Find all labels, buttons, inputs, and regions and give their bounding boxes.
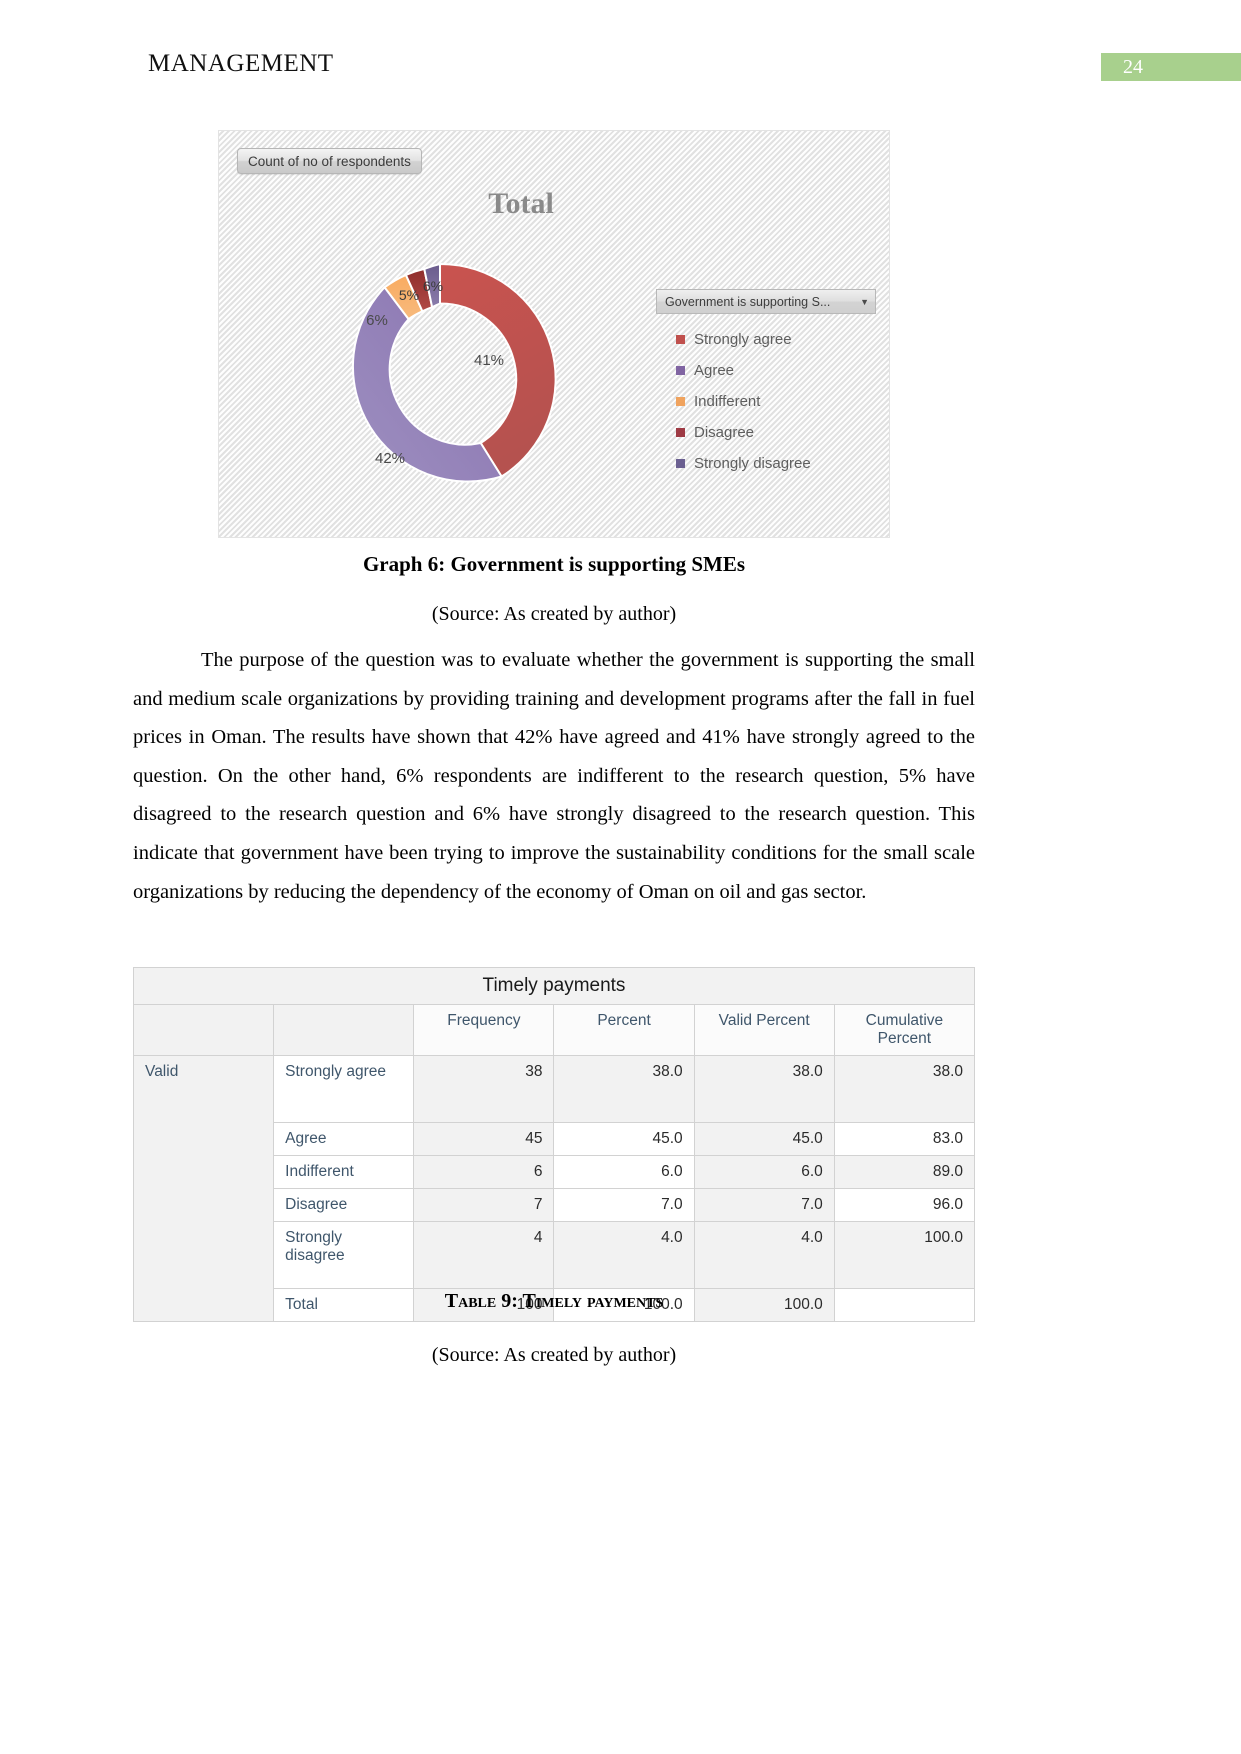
donut-label-disagree: 5%	[399, 287, 419, 303]
donut-chart-svg: 41% 42% 6% 5% 6%	[351, 262, 557, 483]
legend-item-list: Strongly agree Agree Indifferent Disagre…	[656, 314, 876, 479]
legend-item-disagree[interactable]: Disagree	[656, 417, 876, 448]
legend-swatch-icon	[676, 428, 685, 437]
legend-filter-dropdown[interactable]: Government is supporting S... ▼	[656, 289, 876, 314]
row-label: Strongly disagree	[273, 1221, 415, 1289]
donut-label-indifferent: 6%	[366, 312, 388, 329]
cell-percent: 38.0	[553, 1055, 695, 1123]
row-label: Disagree	[273, 1188, 415, 1222]
table-corner-cell	[132, 1004, 275, 1056]
chart-legend: Government is supporting S... ▼ Strongly…	[656, 289, 876, 479]
legend-filter-label: Government is supporting S...	[665, 294, 831, 309]
cell-percent: 6.0	[553, 1155, 695, 1189]
donut-chart: 41% 42% 6% 5% 6%	[317, 256, 563, 502]
cell-valid-percent: 6.0	[693, 1155, 835, 1189]
pivot-field-button-label: Count of no of respondents	[248, 153, 411, 169]
cell-percent: 4.0	[553, 1221, 695, 1289]
row-label: Strongly agree	[273, 1055, 415, 1123]
cell-frequency: 7	[413, 1188, 555, 1222]
cell-frequency: 4	[413, 1221, 555, 1289]
table-source-note: (Source: As created by author)	[431, 1344, 677, 1366]
cell-valid-percent: 4.0	[693, 1221, 835, 1289]
pivot-field-button[interactable]: Count of no of respondents	[237, 148, 422, 174]
table-header-row: Frequency Percent Valid Percent Cumulati…	[132, 1004, 976, 1056]
cell-cumulative-percent: 100.0	[833, 1221, 976, 1289]
cell-frequency: 38	[413, 1055, 555, 1123]
row-label: Agree	[273, 1122, 415, 1156]
table-row: Valid Strongly agree 38 38.0 38.0 38.0	[132, 1055, 976, 1322]
cell-frequency: 45	[413, 1122, 555, 1156]
cell-percent: 45.0	[553, 1122, 695, 1156]
page-number: 24	[1123, 56, 1143, 78]
legend-item-indifferent[interactable]: Indifferent	[656, 386, 876, 417]
graph-source-note: (Source: As created by author)	[431, 603, 677, 625]
donut-label-strongly-agree: 41%	[474, 352, 504, 369]
legend-item-agree[interactable]: Agree	[656, 355, 876, 386]
chart-figure: Count of no of respondents Total 41% 42%…	[218, 130, 890, 538]
chart-title: Total	[488, 187, 554, 220]
graph-caption: Graph 6: Government is supporting SMEs	[362, 552, 746, 576]
page-header: MANAGEMENT 24	[0, 0, 1241, 100]
legend-item-strongly-agree[interactable]: Strongly agree	[656, 324, 876, 355]
column-header-cumulative-percent: Cumulative Percent	[833, 1004, 976, 1056]
legend-swatch-icon	[676, 335, 685, 344]
cell-valid-percent: 38.0	[693, 1055, 835, 1123]
table-title: Timely payments	[133, 967, 975, 1005]
cell-frequency: 6	[413, 1155, 555, 1189]
cell-cumulative-percent: 96.0	[833, 1188, 976, 1222]
chevron-down-icon: ▼	[860, 296, 869, 307]
column-header-percent: Percent	[553, 1004, 695, 1056]
cell-valid-percent: 45.0	[693, 1122, 835, 1156]
legend-swatch-icon	[676, 397, 685, 406]
row-label: Indifferent	[273, 1155, 415, 1189]
frequency-table: Timely payments Frequency Percent Valid …	[132, 967, 976, 1322]
page-number-badge: 24	[1101, 53, 1241, 81]
document-header-title: MANAGEMENT	[148, 50, 334, 77]
donut-label-strongly-disagree: 6%	[423, 278, 443, 294]
table-corner-cell	[273, 1004, 415, 1056]
legend-item-label: Strongly agree	[694, 331, 792, 348]
table-title-row: Timely payments	[133, 967, 975, 1005]
row-group-label-valid: Valid	[132, 1055, 275, 1322]
column-header-frequency: Frequency	[413, 1004, 555, 1056]
cell-valid-percent: 7.0	[693, 1188, 835, 1222]
cell-percent: 7.0	[553, 1188, 695, 1222]
legend-item-label: Indifferent	[694, 393, 761, 410]
legend-item-strongly-disagree[interactable]: Strongly disagree	[656, 448, 876, 479]
legend-swatch-icon	[676, 366, 685, 375]
donut-label-agree: 42%	[375, 450, 405, 467]
legend-item-label: Strongly disagree	[694, 455, 811, 472]
legend-item-label: Disagree	[694, 424, 755, 441]
cell-cumulative-percent: 38.0	[833, 1055, 976, 1123]
body-paragraph: The purpose of the question was to evalu…	[133, 649, 975, 903]
cell-cumulative-percent: 89.0	[833, 1155, 976, 1189]
cell-cumulative-percent: 83.0	[833, 1122, 976, 1156]
legend-swatch-icon	[676, 459, 685, 468]
legend-item-label: Agree	[694, 362, 735, 379]
table-caption: Table 9: Timely payments	[444, 1290, 664, 1312]
column-header-valid-percent: Valid Percent	[693, 1004, 835, 1056]
